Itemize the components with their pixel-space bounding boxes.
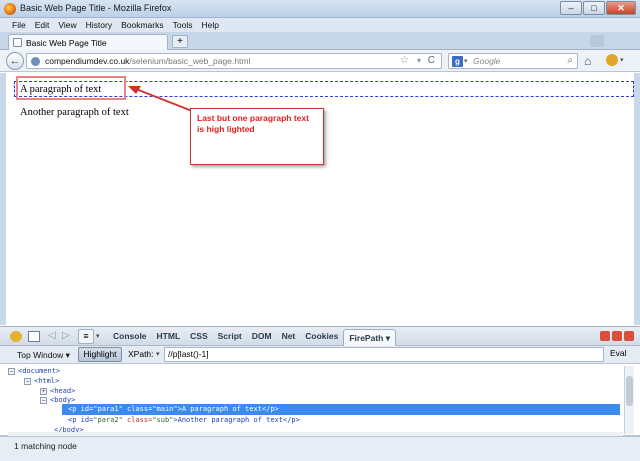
paragraph-1: A paragraph of text xyxy=(20,84,102,95)
xpath-toolbar: Top Window ▾ Highlight XPath: ▾ //p[last… xyxy=(0,346,640,364)
new-tab-button[interactable]: + xyxy=(172,35,188,48)
annotation-text: Last but one paragraph text is high ligh… xyxy=(197,113,309,134)
search-engine-dropdown-icon[interactable]: ▾ xyxy=(464,57,468,65)
fb-close-icon[interactable] xyxy=(624,331,634,341)
firebug-window-controls xyxy=(600,331,634,341)
annotation-arrow-icon xyxy=(128,86,193,112)
tab-firepath[interactable]: FirePath ▾ xyxy=(343,329,396,347)
eval-button[interactable]: Eval xyxy=(610,348,627,358)
url-text[interactable]: compendiumdev.co.uk/selenium/basic_web_p… xyxy=(45,56,250,66)
firebug-dropdown-icon[interactable]: ▾ xyxy=(620,56,624,64)
menu-bookmarks[interactable]: Bookmarks xyxy=(121,18,164,32)
window-controls: – □ ✕ xyxy=(560,1,636,15)
tab-basic-web-page[interactable]: Basic Web Page Title xyxy=(8,34,168,50)
annotation-callout: Last but one paragraph text is high ligh… xyxy=(190,108,324,165)
fb-menu-button[interactable]: ≡ xyxy=(78,329,94,344)
tree-node-html[interactable]: − <html> xyxy=(24,376,59,386)
tab-cookies[interactable]: Cookies xyxy=(300,327,343,347)
navigation-bar: ← compendiumdev.co.uk/selenium/basic_web… xyxy=(0,50,640,72)
collapse-icon[interactable]: − xyxy=(8,367,15,375)
tab-css[interactable]: CSS xyxy=(185,327,212,347)
search-icon[interactable]: ⌕ xyxy=(567,55,573,66)
firebug-bug-icon[interactable] xyxy=(10,331,22,342)
url-path: /selenium/basic_web_page.html xyxy=(129,56,251,66)
fb-forward-icon[interactable]: ▷ xyxy=(62,330,70,341)
firebug-icon[interactable] xyxy=(606,54,618,66)
page-content: A paragraph of text Another paragraph of… xyxy=(0,73,640,325)
google-icon[interactable]: g xyxy=(452,56,463,67)
menu-file[interactable]: File xyxy=(12,18,26,32)
top-window-dropdown[interactable]: Top Window ▾ xyxy=(12,348,78,362)
status-bar: 1 matching node xyxy=(0,436,640,461)
minimize-button[interactable]: – xyxy=(560,1,582,15)
tab-console[interactable]: Console xyxy=(108,327,152,347)
dom-tree: − <document> − <html> + <head> − <body> <p i… xyxy=(0,364,640,436)
paragraph-2: Another paragraph of text xyxy=(20,107,129,118)
menu-help[interactable]: Help xyxy=(201,18,218,32)
menu-edit[interactable]: Edit xyxy=(35,18,50,32)
window-title: Basic Web Page Title - Mozilla Firefox xyxy=(20,3,172,13)
fb-back-icon[interactable]: ◁ xyxy=(48,330,56,341)
page-icon xyxy=(13,38,22,47)
fb-detach-icon[interactable] xyxy=(612,331,622,341)
p1-line: <p id="para1" class="main">A paragraph o… xyxy=(68,405,279,413)
dom-tree-scrollbar[interactable] xyxy=(624,366,634,434)
expand-icon[interactable]: + xyxy=(40,387,47,395)
home-icon[interactable]: ⌂ xyxy=(584,54,591,68)
scrollbar-thumb[interactable] xyxy=(626,376,633,406)
search-bar[interactable]: g ▾ Google ⌕ xyxy=(448,53,578,69)
menu-view[interactable]: View xyxy=(58,18,76,32)
fb-minimize-icon[interactable] xyxy=(600,331,610,341)
url-history-dropdown-icon[interactable]: ▾ xyxy=(417,56,421,65)
collapse-icon[interactable]: − xyxy=(24,377,31,385)
tab-html[interactable]: HTML xyxy=(152,327,186,347)
url-bar[interactable]: compendiumdev.co.uk/selenium/basic_web_p… xyxy=(26,53,442,69)
tree-node-document[interactable]: − <document> xyxy=(8,366,60,376)
firebug-tabs: Console HTML CSS Script DOM Net Cookies … xyxy=(108,327,396,347)
tab-groups-button[interactable] xyxy=(590,35,604,47)
xpath-label[interactable]: XPath: xyxy=(128,349,154,359)
firebug-toolbar: ◁ ▷ ≡ ▾ Console HTML CSS Script DOM Net … xyxy=(0,326,640,347)
tree-node-p2[interactable]: <p id="para2" class="sub">Another paragr… xyxy=(68,415,300,425)
reload-icon[interactable]: C xyxy=(428,55,435,66)
menu-tools[interactable]: Tools xyxy=(173,18,193,32)
search-input[interactable]: Google xyxy=(473,56,500,66)
collapse-icon[interactable]: − xyxy=(40,396,47,404)
tab-label: Basic Web Page Title xyxy=(26,38,107,48)
xpath-input[interactable]: //p[last()-1] xyxy=(164,347,604,362)
fb-menu-dropdown-icon[interactable]: ▾ xyxy=(96,332,100,340)
firefox-logo-icon xyxy=(4,3,16,15)
tab-net[interactable]: Net xyxy=(277,327,301,347)
xpath-dropdown-icon[interactable]: ▾ xyxy=(156,350,160,358)
url-host: compendiumdev.co.uk xyxy=(45,56,130,66)
tab-dom[interactable]: DOM xyxy=(247,327,277,347)
menu-history[interactable]: History xyxy=(86,18,112,32)
match-count-status: 1 matching node xyxy=(14,441,77,451)
site-identity-icon[interactable] xyxy=(31,57,40,66)
close-button[interactable]: ✕ xyxy=(606,1,636,15)
maximize-button[interactable]: □ xyxy=(583,1,605,15)
inspect-element-icon[interactable] xyxy=(28,331,40,342)
tree-node-p1-selected[interactable]: <p id="para1" class="main">A paragraph o… xyxy=(62,404,620,415)
bookmark-star-icon[interactable]: ☆ xyxy=(400,55,409,66)
highlight-button[interactable]: Highlight xyxy=(78,347,122,362)
tab-strip: Basic Web Page Title + xyxy=(0,32,640,50)
tab-script[interactable]: Script xyxy=(213,327,247,347)
back-button[interactable]: ← xyxy=(6,52,24,70)
window-titlebar: Basic Web Page Title - Mozilla Firefox –… xyxy=(0,0,640,18)
menu-bar: File Edit View History Bookmarks Tools H… xyxy=(0,18,640,32)
